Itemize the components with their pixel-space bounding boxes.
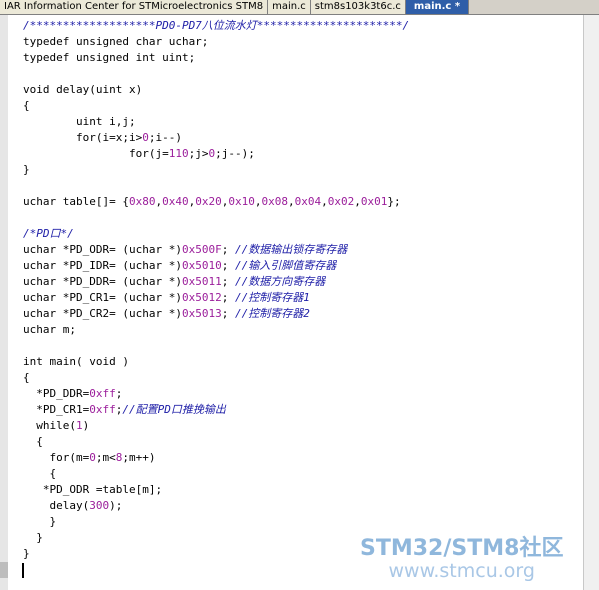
code-line[interactable]: *PD_DDR=0xff;: [23, 386, 583, 402]
code-line[interactable]: for(j=110;j>0;j--);: [23, 146, 583, 162]
code-line[interactable]: *PD_ODR =table[m];: [23, 482, 583, 498]
code-line[interactable]: uchar *PD_ODR= (uchar *)0x500F; //数据输出锁存…: [23, 242, 583, 258]
watermark-url: www.stmcu.org: [388, 560, 535, 582]
code-line[interactable]: {: [23, 98, 583, 114]
code-line[interactable]: uchar *PD_DDR= (uchar *)0x5011; //数据方向寄存…: [23, 274, 583, 290]
tab-stm8s103k3t6c-c[interactable]: stm8s103k3t6c.c: [310, 0, 406, 14]
code-line[interactable]: uchar *PD_IDR= (uchar *)0x5010; //输入引脚值寄…: [23, 258, 583, 274]
code-line[interactable]: void delay(uint x): [23, 82, 583, 98]
code-line[interactable]: {: [23, 434, 583, 450]
code-line[interactable]: ​: [23, 210, 583, 226]
editor-gutter[interactable]: [0, 15, 8, 590]
code-editor[interactable]: /*******************PD0-PD7八位流水灯********…: [23, 18, 583, 578]
code-line[interactable]: /*PD口*/: [23, 226, 583, 242]
code-line[interactable]: ​: [23, 66, 583, 82]
vertical-scrollbar[interactable]: [583, 15, 599, 590]
current-line-marker: [0, 562, 8, 578]
tab-main-c[interactable]: main.c: [268, 0, 311, 14]
code-line[interactable]: uint i,j;: [23, 114, 583, 130]
code-line[interactable]: while(1): [23, 418, 583, 434]
code-line[interactable]: int main( void ): [23, 354, 583, 370]
code-line[interactable]: }: [23, 514, 583, 530]
tab-bar: IAR Information Center for STMicroelectr…: [0, 0, 599, 15]
code-line[interactable]: uchar *PD_CR1= (uchar *)0x5012; //控制寄存器1: [23, 290, 583, 306]
code-line[interactable]: *PD_CR1=0xff;//配置PD口推挽输出: [23, 402, 583, 418]
text-cursor: [22, 563, 24, 578]
code-line[interactable]: {: [23, 466, 583, 482]
tab-iar-information-center[interactable]: IAR Information Center for STMicroelectr…: [0, 0, 269, 14]
tab-main-c-modified[interactable]: main.c *: [405, 0, 470, 14]
code-line[interactable]: uchar m;: [23, 322, 583, 338]
watermark-title: STM32/STM8社区: [360, 536, 564, 561]
code-line[interactable]: /*******************PD0-PD7八位流水灯********…: [23, 18, 583, 34]
code-line[interactable]: uchar *PD_CR2= (uchar *)0x5013; //控制寄存器2: [23, 306, 583, 322]
code-line[interactable]: typedef unsigned char uchar;: [23, 34, 583, 50]
code-line[interactable]: for(i=x;i>0;i--): [23, 130, 583, 146]
fold-margin[interactable]: [8, 15, 20, 590]
code-line[interactable]: {: [23, 370, 583, 386]
code-line[interactable]: uchar table[]= {0x80,0x40,0x20,0x10,0x08…: [23, 194, 583, 210]
code-line[interactable]: ​: [23, 338, 583, 354]
code-line[interactable]: typedef unsigned int uint;: [23, 50, 583, 66]
watermark-logo: STM32/STM8社区 www.stmcu.org: [360, 530, 563, 582]
code-line[interactable]: ​: [23, 178, 583, 194]
code-line[interactable]: for(m=0;m<8;m++): [23, 450, 583, 466]
code-line[interactable]: }: [23, 162, 583, 178]
code-line[interactable]: delay(300);: [23, 498, 583, 514]
